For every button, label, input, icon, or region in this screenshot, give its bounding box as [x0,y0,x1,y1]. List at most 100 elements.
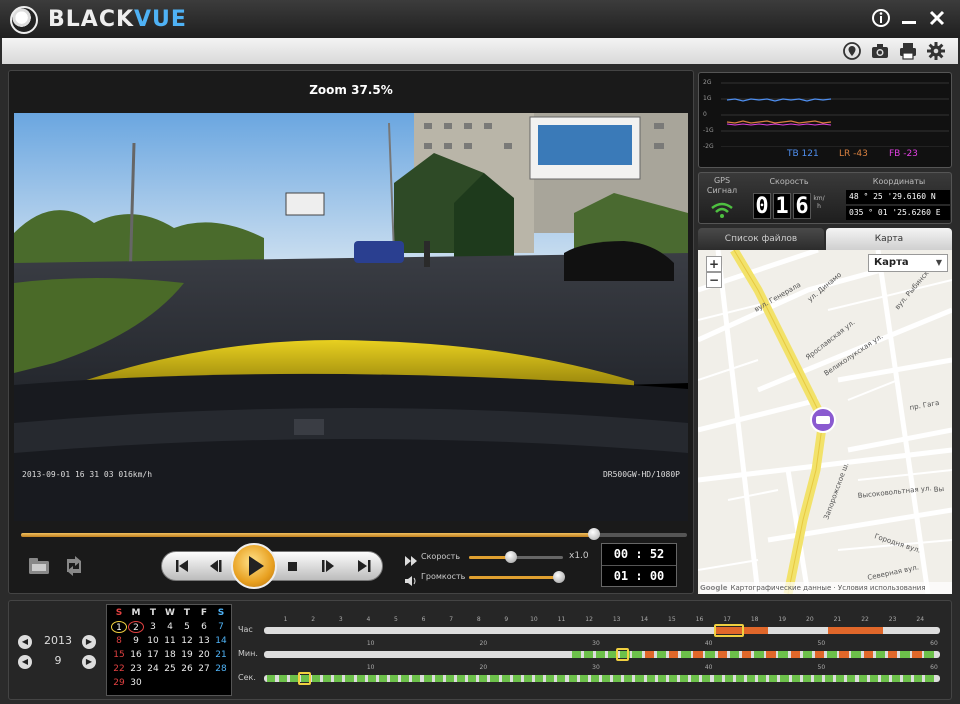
close-icon[interactable] [926,8,948,30]
recorded-segment[interactable] [356,675,365,682]
calendar-day[interactable]: 15 [111,649,127,661]
calendar-day[interactable]: 3 [145,621,161,633]
calendar-day[interactable]: 21 [213,649,229,661]
recorded-segment[interactable] [412,675,421,682]
calendar-day[interactable]: 11 [162,635,178,647]
recorded-segment[interactable] [613,675,622,682]
camera-icon[interactable] [870,41,890,61]
calendar-day[interactable]: 26 [179,663,195,675]
recorded-segment[interactable] [693,651,703,658]
calendar-day[interactable]: 9 [128,635,144,647]
recorded-segment[interactable] [668,675,678,682]
year-next-button[interactable]: ▶ [82,635,96,649]
recorded-segment[interactable] [668,651,679,658]
second-timeline[interactable] [264,672,940,685]
recorded-segment[interactable] [579,675,588,682]
timeline-current-marker[interactable] [615,648,630,661]
recorded-segment[interactable] [754,651,764,658]
calendar-day[interactable]: 24 [145,663,161,675]
stop-icon[interactable] [274,552,310,580]
recorded-segment[interactable] [523,675,533,682]
recorded-segment[interactable] [501,675,510,682]
calendar-day[interactable]: 27 [196,663,212,675]
recorded-segment[interactable] [813,675,823,682]
map-zoom-in-button[interactable]: + [706,256,722,272]
recorded-segment[interactable] [334,675,343,682]
map-view[interactable]: вул. Генерала ул. Динамо вул. Рыбинск Яр… [698,250,952,594]
recorded-segment[interactable] [729,651,740,658]
recorded-segment[interactable] [289,675,298,682]
recorded-segment[interactable] [814,651,825,658]
recorded-segment[interactable] [557,675,566,682]
tab-file-list[interactable]: Список файлов [698,228,824,250]
recorded-segment[interactable] [434,675,443,682]
recorded-segment[interactable] [595,651,606,658]
calendar-day[interactable]: 5 [179,621,195,633]
calendar-day[interactable]: 19 [179,649,195,661]
map-type-select[interactable]: Карта ▼ [868,254,948,272]
calendar-day[interactable]: 14 [213,635,229,647]
map-zoom-out-button[interactable]: − [706,272,722,288]
recorded-segment[interactable] [717,651,728,658]
recorded-segment[interactable] [691,675,700,682]
recorded-segment[interactable] [836,675,845,682]
recorded-segment[interactable] [892,675,901,682]
recorded-segment[interactable] [766,651,776,658]
calendar-day[interactable]: 28 [213,663,229,675]
map-attribution-text[interactable]: Картографические данные · Условия исполь… [731,584,926,592]
recorded-segment[interactable] [583,651,594,658]
recorded-segment[interactable] [571,651,582,658]
recorded-segment[interactable] [512,675,521,682]
month-next-button[interactable]: ▶ [82,655,96,669]
hour-timeline[interactable] [264,624,940,637]
timeline-current-marker[interactable] [713,624,744,637]
calendar-day[interactable]: 13 [196,635,212,647]
recorded-segment[interactable] [705,651,715,658]
step-back-icon[interactable] [198,552,234,580]
recorded-segment[interactable] [657,675,666,682]
skip-start-icon[interactable] [164,552,200,580]
step-forward-icon[interactable] [310,552,346,580]
recorded-segment[interactable] [345,675,354,682]
calendar-day[interactable]: 25 [162,663,178,675]
recorded-segment[interactable] [590,675,599,682]
recorded-segment[interactable] [367,675,376,682]
recorded-segment[interactable] [802,651,813,658]
recorded-segment[interactable] [423,675,432,682]
recorded-segment[interactable] [851,651,861,658]
calendar-day[interactable]: 23 [128,663,144,675]
recorded-segment[interactable] [914,675,923,682]
gear-icon[interactable] [926,41,946,61]
recorded-segment[interactable] [635,675,644,682]
calendar-day[interactable]: 20 [196,649,212,661]
recorded-segment[interactable] [456,675,466,682]
recorded-segment[interactable] [802,675,811,682]
calendar-day[interactable]: 22 [111,663,127,675]
calendar-day[interactable]: 4 [162,621,178,633]
tab-map[interactable]: Карта [826,228,952,250]
recorded-segment[interactable] [401,675,410,682]
recorded-segment[interactable] [858,675,867,682]
recorded-segment[interactable] [747,675,756,682]
recorded-segment[interactable] [680,675,689,682]
recorded-segment[interactable] [632,651,642,658]
recorded-segment[interactable] [790,651,801,658]
recorded-segment[interactable] [903,675,912,682]
recorded-segment[interactable] [735,675,744,682]
calendar-day[interactable]: 7 [213,621,229,633]
skip-end-icon[interactable] [346,552,382,580]
recorded-segment[interactable] [924,651,934,658]
folder-icon[interactable] [27,555,53,577]
video-frame[interactable]: 2013-09-01 16 31 03 016km/h DR500GW-HD/1… [14,113,688,521]
recorded-segment[interactable] [568,675,577,682]
recorded-segment[interactable] [741,651,752,658]
recorded-segment[interactable] [912,651,922,658]
recorded-segment[interactable] [311,675,321,682]
recorded-segment[interactable] [267,675,276,682]
calendar-day[interactable]: 17 [145,649,161,661]
calendar-day[interactable]: 10 [145,635,161,647]
month-prev-button[interactable]: ◀ [18,655,32,669]
speed-slider-knob[interactable] [505,551,518,563]
recorded-segment[interactable] [479,675,488,682]
recorded-segment[interactable] [445,675,454,682]
